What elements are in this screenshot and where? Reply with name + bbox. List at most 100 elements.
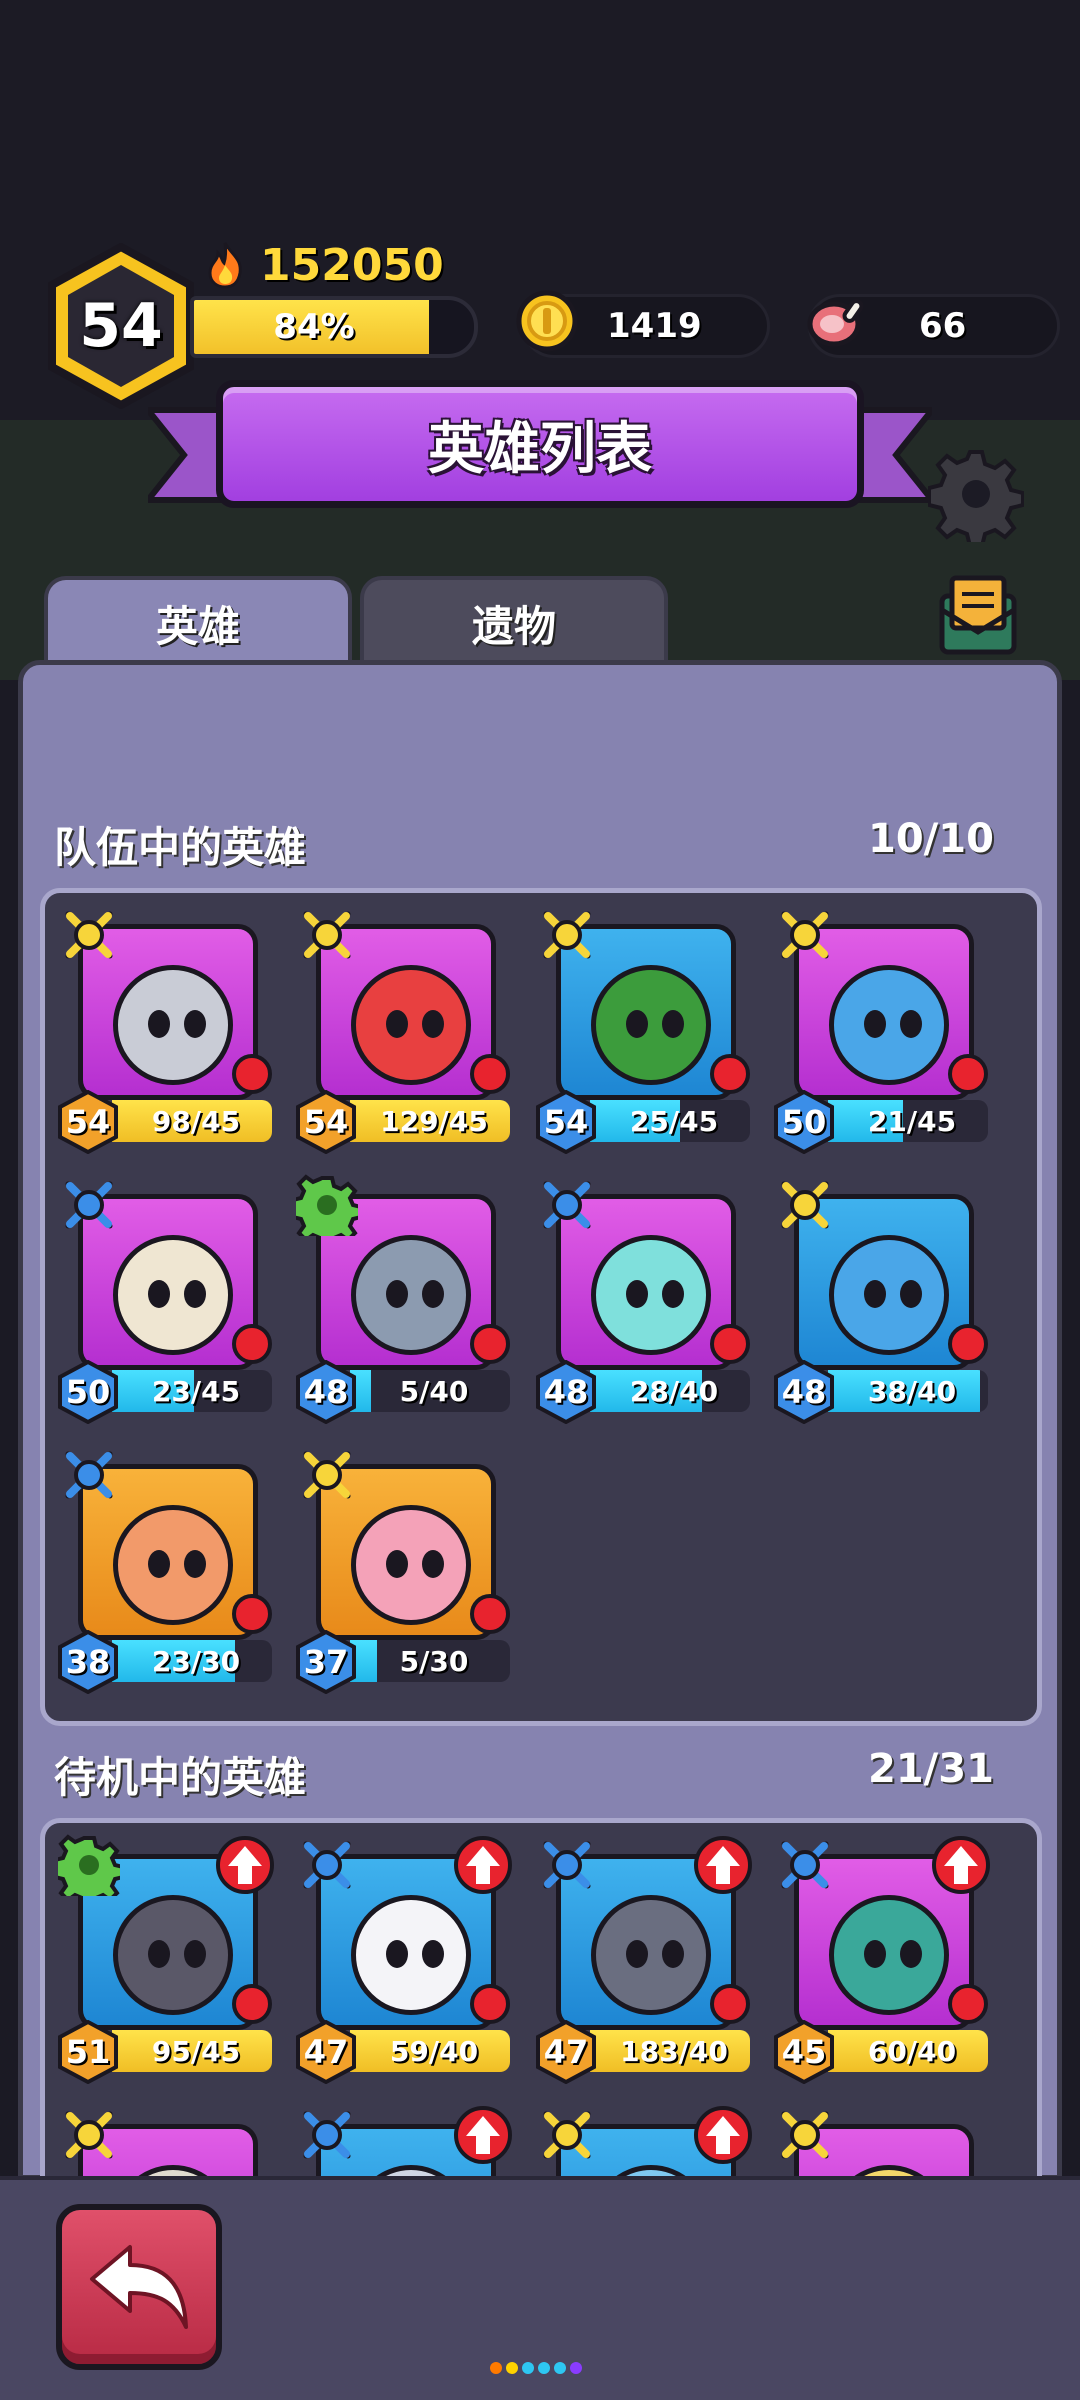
hero-face [829,965,949,1085]
gear-rank-icon [53,1834,125,1908]
meat-icon [807,299,864,347]
hero-level: 51 [65,2033,111,2071]
hero-level-badge: 54 [294,1090,358,1154]
cross-rank-icon [58,904,120,966]
xp-label: 84% [273,307,355,347]
cross-rank-icon [296,2104,358,2166]
idle-section-title: 待机中的英雄 [54,1753,307,1802]
hero-face [113,1235,233,1355]
hero-face [351,1895,471,2015]
hero-card[interactable]: 25/45 54 [534,904,750,1154]
hero-card[interactable]: 59/40 47 [294,1834,512,2084]
upgrade-arrow-icon[interactable] [692,1834,754,1896]
hero-progress-text: 21/45 [867,1104,957,1138]
notification-dot [710,1054,750,1094]
hero-face [351,1505,471,1625]
hero-level: 47 [543,2033,589,2071]
hero-face [351,965,471,1085]
page-dot [538,2362,550,2374]
gear-rank-icon [291,1174,363,1248]
upgrade-arrow-icon[interactable] [452,1834,514,1896]
hero-card[interactable]: 129/45 54 [294,904,510,1154]
hero-level-badge: 51 [56,2020,120,2084]
hero-progress-bar: 183/40 [590,2030,750,2072]
hero-face [113,965,233,1085]
hero-eye [422,1010,444,1038]
hero-progress-text: 5/30 [399,1644,469,1678]
tab-relics[interactable]: 遗物 [360,576,668,666]
hero-level: 50 [781,1103,827,1141]
hero-progress-text: 5/40 [399,1374,469,1408]
meat-value: 66 [919,306,967,346]
cross-rank-icon [536,1834,598,1896]
hero-eye [386,1280,408,1308]
hero-level: 48 [543,1373,589,1411]
hero-level-badge: 45 [772,2020,836,2084]
back-arrow-icon [90,2245,188,2329]
cross-rank-icon [774,904,836,966]
hero-progress-text: 23/45 [151,1374,241,1408]
hero-progress-bar: 95/45 [112,2030,272,2072]
hero-progress-text: 23/30 [151,1644,241,1678]
hero-level: 54 [543,1103,589,1141]
gear-icon[interactable] [928,446,1024,542]
tab-heroes[interactable]: 英雄 [44,576,352,666]
hero-eye [184,1550,206,1578]
upgrade-arrow-icon[interactable] [930,1834,992,1896]
hero-level-badge: 54 [534,1090,598,1154]
page-dot [522,2362,534,2374]
team-section-title: 队伍中的英雄 [54,823,307,872]
fire-icon [208,242,242,289]
page-dot [506,2362,518,2374]
hero-eye [184,1010,206,1038]
hero-face [591,1235,711,1355]
hero-card[interactable]: 5/30 37 [294,1444,510,1694]
upgrade-arrow-icon[interactable] [692,2104,754,2166]
hero-eye [900,1940,922,1968]
hero-eye [864,1280,886,1308]
team-count: 10/10 [868,816,994,862]
hero-card[interactable]: 23/45 50 [56,1174,272,1424]
cross-rank-icon [58,2104,120,2166]
hero-level: 45 [781,2033,827,2071]
hero-eye [184,1940,206,1968]
hero-card[interactable]: 5/40 48 [291,1174,510,1424]
hero-eye [148,1010,170,1038]
notification-dot [948,1984,988,2024]
hero-eye [626,1010,648,1038]
hero-card[interactable]: 38/40 48 [772,1174,988,1424]
notification-dot [470,1984,510,2024]
notification-dot [470,1324,510,1364]
hero-level-badge: 48 [772,1360,836,1424]
notification-dot [232,1984,272,2024]
power-value: 152050 [260,239,444,291]
hero-level-badge: 48 [294,1360,358,1424]
hero-card[interactable]: 98/45 54 [56,904,272,1154]
mail-icon[interactable] [930,566,1026,662]
hero-eye [662,1280,684,1308]
notification-dot [232,1054,272,1094]
page-title: 英雄列表 [428,416,652,482]
notification-dot [232,1594,272,1634]
hero-card[interactable]: 23/30 38 [56,1444,272,1694]
hero-face [113,1505,233,1625]
hero-card[interactable]: 95/45 51 [53,1834,274,2084]
hero-face [591,1895,711,2015]
hero-card[interactable]: 28/40 48 [534,1174,750,1424]
hero-progress-bar: 5/30 [350,1640,510,1682]
hero-progress-text: 60/40 [867,2034,957,2068]
hero-progress-bar: 23/30 [112,1640,272,1682]
upgrade-arrow-icon[interactable] [452,2104,514,2166]
hero-level-badge: 54 [56,1090,120,1154]
hero-progress-text: 98/45 [151,1104,241,1138]
hero-face [351,1235,471,1355]
hero-card[interactable]: 21/45 50 [772,904,988,1154]
notification-dot [948,1054,988,1094]
hero-card[interactable]: 60/40 45 [772,1834,990,2084]
hero-eye [422,1550,444,1578]
hero-eye [626,1940,648,1968]
hero-face [829,1235,949,1355]
back-button[interactable] [56,2204,222,2370]
upgrade-arrow-icon[interactable] [214,1834,276,1896]
hero-card[interactable]: 183/40 47 [534,1834,752,2084]
